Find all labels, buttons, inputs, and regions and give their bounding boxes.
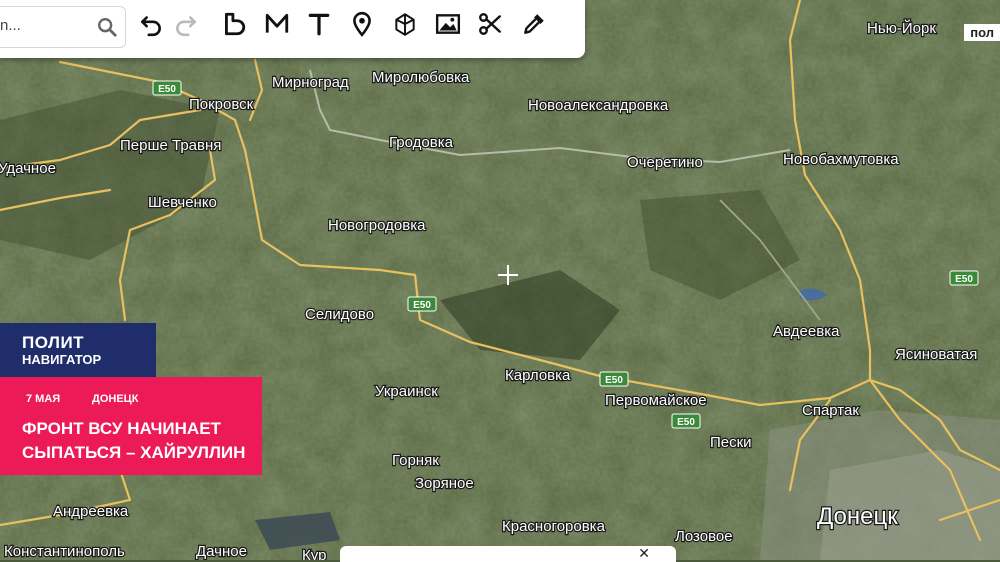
polygon-icon[interactable] bbox=[218, 8, 250, 40]
channel-logo: ПОЛИТ НАВИГАТОР bbox=[0, 323, 156, 377]
place-label: Авдеевка bbox=[773, 323, 840, 340]
place-label: Карловка bbox=[505, 367, 571, 384]
place-label: Мирноград bbox=[272, 74, 349, 91]
route-label: E50 bbox=[955, 274, 973, 285]
3d-box-icon[interactable] bbox=[389, 8, 421, 40]
redo-icon[interactable] bbox=[170, 8, 202, 40]
pin-icon[interactable] bbox=[346, 8, 378, 40]
logo-line2: НАВИГАТОР bbox=[22, 352, 102, 367]
headline-banner: 7 МАЯ ДОНЕЦК ФРОНТ ВСУ НАЧИНАЕТ СЫПАТЬСЯ… bbox=[0, 377, 262, 475]
place-label: Новогродовка bbox=[328, 217, 426, 234]
satellite-map[interactable]: E50 E50 E50 E50 E50 Мирноград Миролюбовк… bbox=[0, 0, 1000, 560]
place-label: Дачное bbox=[196, 543, 247, 560]
text-icon[interactable] bbox=[303, 8, 335, 40]
place-label: Удачное bbox=[0, 160, 56, 177]
place-label: Новобахмутовка bbox=[783, 151, 899, 168]
place-label-city: Донецк bbox=[817, 503, 898, 530]
place-label: Константинополь bbox=[4, 543, 125, 560]
news-date: 7 МАЯ bbox=[26, 393, 61, 405]
route-shield-e50: E50 bbox=[949, 270, 979, 286]
place-label: Пески bbox=[710, 434, 752, 451]
search-input[interactable] bbox=[0, 17, 86, 34]
drawing-toolbar bbox=[0, 0, 585, 58]
place-label: Лозовое bbox=[675, 528, 733, 545]
polyline-icon[interactable] bbox=[261, 8, 293, 40]
route-shield-e50: E50 bbox=[599, 371, 629, 387]
place-label: Нью-Йорк bbox=[867, 19, 936, 37]
place-label: Красногоровка bbox=[502, 518, 606, 535]
place-label: Миролюбовка bbox=[372, 69, 470, 86]
news-location: ДОНЕЦК bbox=[92, 393, 139, 405]
corner-label: пол bbox=[964, 24, 1000, 41]
place-label: Шевченко bbox=[148, 194, 217, 211]
headline-line1: ФРОНТ ВСУ НАЧИНАЕТ bbox=[22, 419, 221, 438]
headline-line2: СЫПАТЬСЯ – ХАЙРУЛЛИН bbox=[22, 443, 246, 462]
undo-icon[interactable] bbox=[135, 8, 167, 40]
place-label: Украинск bbox=[375, 383, 438, 400]
scissors-icon[interactable] bbox=[474, 8, 506, 40]
place-label: Спартак bbox=[802, 402, 859, 419]
place-label: Ясиноватая bbox=[895, 346, 977, 363]
eyedropper-icon[interactable] bbox=[518, 8, 550, 40]
route-shield-e50: E50 bbox=[152, 80, 182, 96]
logo-line1: ПОЛИТ bbox=[22, 333, 85, 352]
image-icon[interactable] bbox=[432, 8, 464, 40]
place-label: Горняк bbox=[392, 452, 439, 469]
place-label: Гродовка bbox=[389, 134, 454, 151]
route-label: E50 bbox=[677, 417, 695, 428]
route-label: E50 bbox=[158, 84, 176, 95]
place-label: Селидово bbox=[305, 306, 374, 323]
route-shield-e50: E50 bbox=[407, 296, 437, 312]
place-label: Покровск bbox=[189, 96, 254, 113]
place-label: Зоряное bbox=[415, 475, 474, 492]
search-icon[interactable] bbox=[96, 16, 118, 38]
place-label: Кур bbox=[302, 547, 326, 560]
route-label: E50 bbox=[605, 375, 623, 386]
place-label: Перше Травня bbox=[120, 137, 221, 154]
route-label: E50 bbox=[413, 300, 431, 311]
place-label: Очеретино bbox=[627, 154, 703, 171]
place-label: Новоалександровка bbox=[528, 97, 669, 114]
place-label: Андреевка bbox=[53, 503, 129, 520]
search-box[interactable] bbox=[0, 6, 126, 48]
place-label: Первомайское bbox=[605, 392, 707, 409]
close-icon[interactable]: ✕ bbox=[638, 546, 650, 560]
route-shield-e50: E50 bbox=[671, 413, 701, 429]
